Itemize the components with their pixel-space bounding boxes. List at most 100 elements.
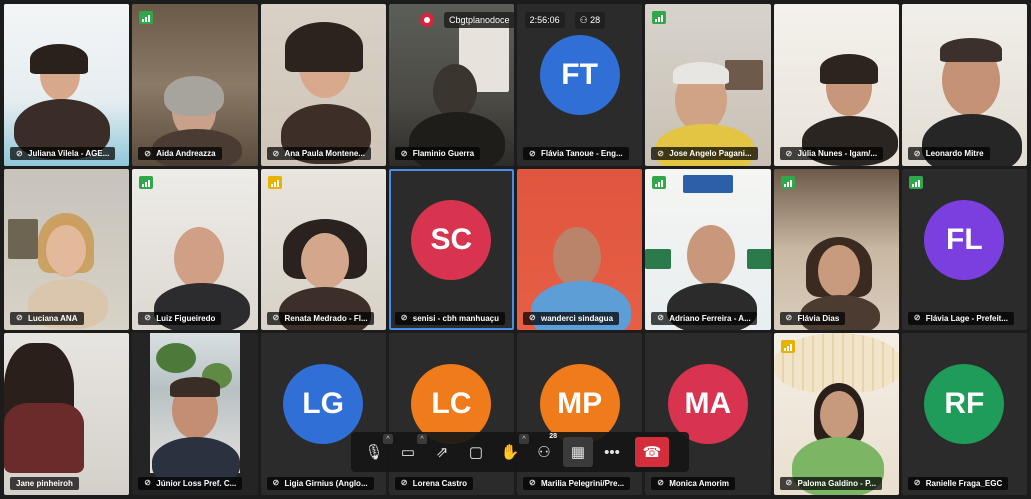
avatar: FT	[539, 35, 620, 116]
camera-toggle-button[interactable]: ▭ ^	[393, 434, 427, 467]
participant-name: ⊘ Adriano Ferreira - A...	[651, 311, 757, 325]
meeting-info-bar: Cbgtplanodoce 2:56:06 ⚇ 28	[420, 9, 606, 31]
participant-name: ⊘ Marilia Pelegrini/Pre...	[523, 476, 631, 490]
mic-muted-icon: ⊘	[529, 148, 536, 158]
signal-icon	[652, 11, 667, 24]
mic-muted-icon: ⊘	[272, 148, 280, 158]
participant-name: ⊘ Monica Amorim	[651, 476, 735, 490]
participant-name: ⊘ Luciana ANA	[10, 311, 84, 325]
camera-icon: ▭	[400, 444, 416, 461]
participant-tile[interactable]: FL ⊘ Flávia Lage - Prefeit...	[901, 168, 1027, 331]
participant-name: ⊘ wanderci sindagua	[523, 311, 620, 325]
participant-name: ⊘ Ranielle Fraga_EGC	[907, 476, 1009, 490]
mic-muted-icon: ⊘	[272, 478, 280, 487]
participant-tile[interactable]: ⊘ Renata Medrado - Fl...	[260, 168, 386, 331]
participant-video	[132, 333, 258, 495]
participant-video	[4, 168, 130, 331]
chat-icon: ▢	[468, 444, 484, 461]
participant-name: ⊘ Jose Angelo Pagani...	[651, 147, 758, 161]
participant-name: ⊘ Leonardo Mitre	[907, 147, 990, 161]
participant-name: ⊘ Flaminio Guerra	[394, 147, 481, 161]
participant-name: ⊘ Luiz Figueiredo	[138, 311, 222, 325]
participant-name: ⊘ Ligia Girnius (Anglo...	[266, 476, 374, 490]
mic-muted-icon: ⊘	[144, 478, 151, 487]
mic-muted-icon: ⊘	[529, 313, 536, 323]
participant-tile[interactable]: ⊘ Ana Paula Montene...	[260, 4, 386, 166]
more-button[interactable]: •••	[597, 437, 627, 467]
mic-muted-icon: ⊘	[272, 313, 280, 323]
avatar: RF	[924, 364, 1005, 445]
participant-tile[interactable]: ⊘ Júnior Loss Pref. C...	[132, 333, 258, 495]
raise-hand-button[interactable]: ✋ ^	[495, 434, 529, 467]
chat-button[interactable]: ▢	[461, 437, 491, 467]
participant-tile[interactable]: ⊘ wanderci sindagua	[517, 168, 643, 331]
mic-muted-icon: 🎙	[364, 444, 384, 461]
participant-tile[interactable]: ⊘ Flávia Dias	[773, 168, 899, 331]
mic-toggle-button[interactable]: 🎙 ^	[359, 434, 393, 467]
participant-name: ⊘ Flávia Tanoue - Eng...	[523, 147, 629, 161]
participant-tile[interactable]: ⊘ Leonardo Mitre	[901, 4, 1027, 166]
grid-view-button[interactable]: ▦	[563, 437, 593, 467]
participant-video	[773, 4, 899, 166]
mic-muted-icon: ⊘	[657, 478, 664, 487]
participant-tile[interactable]: ⊘ Luiz Figueiredo	[132, 168, 258, 331]
mic-muted-icon: ⊘	[913, 478, 921, 487]
share-screen-icon: ⇗	[435, 444, 449, 461]
participant-tile[interactable]: ⊘ Juliana Vilela - AGE...	[4, 4, 130, 166]
chevron-up-icon[interactable]: ^	[383, 434, 393, 444]
participant-tile[interactable]: RF ⊘ Ranielle Fraga_EGC	[901, 333, 1027, 495]
more-icon: •••	[604, 443, 620, 461]
participant-name: ⊘ Flávia Dias	[779, 311, 846, 325]
participant-name: ⊘ senisi - cbh manhuaçu	[394, 311, 505, 325]
participants-icon: ⚇	[537, 444, 551, 461]
participant-video	[645, 4, 771, 166]
participant-tile[interactable]: ⊘ Aida Andreazza	[132, 4, 258, 166]
mic-muted-icon: ⊘	[657, 313, 664, 323]
signal-icon	[139, 11, 154, 24]
participant-video	[773, 333, 899, 495]
participant-name: ⊘ Paloma Galdino - P...	[779, 476, 883, 490]
participant-name: Jane pinheiroh	[10, 476, 79, 490]
participant-tile[interactable]: ⊘ Paloma Galdino - P...	[773, 333, 899, 495]
participant-video	[901, 4, 1027, 166]
participant-video	[132, 4, 258, 166]
meeting-title: Cbgtplanodoce	[444, 12, 515, 28]
grid-view-icon: ▦	[570, 444, 586, 461]
participant-tile[interactable]: SC ⊘ senisi - cbh manhuaçu	[388, 168, 514, 331]
participant-video	[132, 168, 258, 331]
mic-muted-icon: ⊘	[785, 148, 793, 158]
participant-tile[interactable]: ⊘ Luciana ANA	[4, 168, 130, 331]
raise-hand-icon: ✋	[500, 444, 520, 461]
mic-muted-icon: ⊘	[913, 148, 921, 158]
signal-icon	[652, 175, 667, 189]
mic-muted-icon: ⊘	[785, 313, 793, 323]
participant-video	[4, 333, 130, 495]
mic-muted-icon: ⊘	[785, 478, 793, 487]
participant-name: ⊘ Ana Paula Montene...	[266, 147, 371, 161]
participant-video	[517, 168, 643, 331]
participant-tile[interactable]: ⊘ Júlia Nunes - Igam/...	[773, 4, 899, 166]
avatar: SC	[411, 199, 492, 280]
participant-tile[interactable]: ⊘ Adriano Ferreira - A...	[645, 168, 771, 331]
share-screen-button[interactable]: ⇗	[427, 437, 457, 467]
mic-muted-icon: ⊘	[400, 148, 408, 158]
participants-button[interactable]: 28 ⚇	[529, 433, 559, 467]
meeting-timer: 2:56:06	[524, 12, 565, 28]
signal-icon	[908, 175, 923, 189]
chevron-up-icon[interactable]: ^	[417, 434, 427, 444]
participant-tile[interactable]: Jane pinheiroh	[4, 333, 130, 495]
participant-grid: ⊘ Juliana Vilela - AGE... ⊘ Aida Andreazza…	[4, 4, 1027, 495]
participant-count[interactable]: ⚇ 28	[574, 11, 606, 29]
end-call-icon: ☎	[642, 444, 662, 461]
end-call-button[interactable]: ☎	[635, 437, 669, 467]
participant-video	[645, 168, 771, 331]
chevron-up-icon[interactable]: ^	[519, 434, 529, 444]
people-icon: ⚇	[579, 14, 591, 25]
meeting-toolbar: 🎙 ^ ▭ ^ ⇗ ▢ ✋ ^ 28 ⚇ ▦ ••• ☎	[351, 432, 689, 472]
participant-name: ⊘ Flávia Lage - Prefeit...	[907, 311, 1014, 325]
mic-muted-icon: ⊘	[400, 478, 408, 487]
participant-tile[interactable]: ⊘ Jose Angelo Pagani...	[645, 4, 771, 166]
mic-muted-icon: ⊘	[144, 313, 151, 323]
participant-video	[773, 168, 899, 331]
mic-muted-icon: ⊘	[16, 313, 23, 323]
